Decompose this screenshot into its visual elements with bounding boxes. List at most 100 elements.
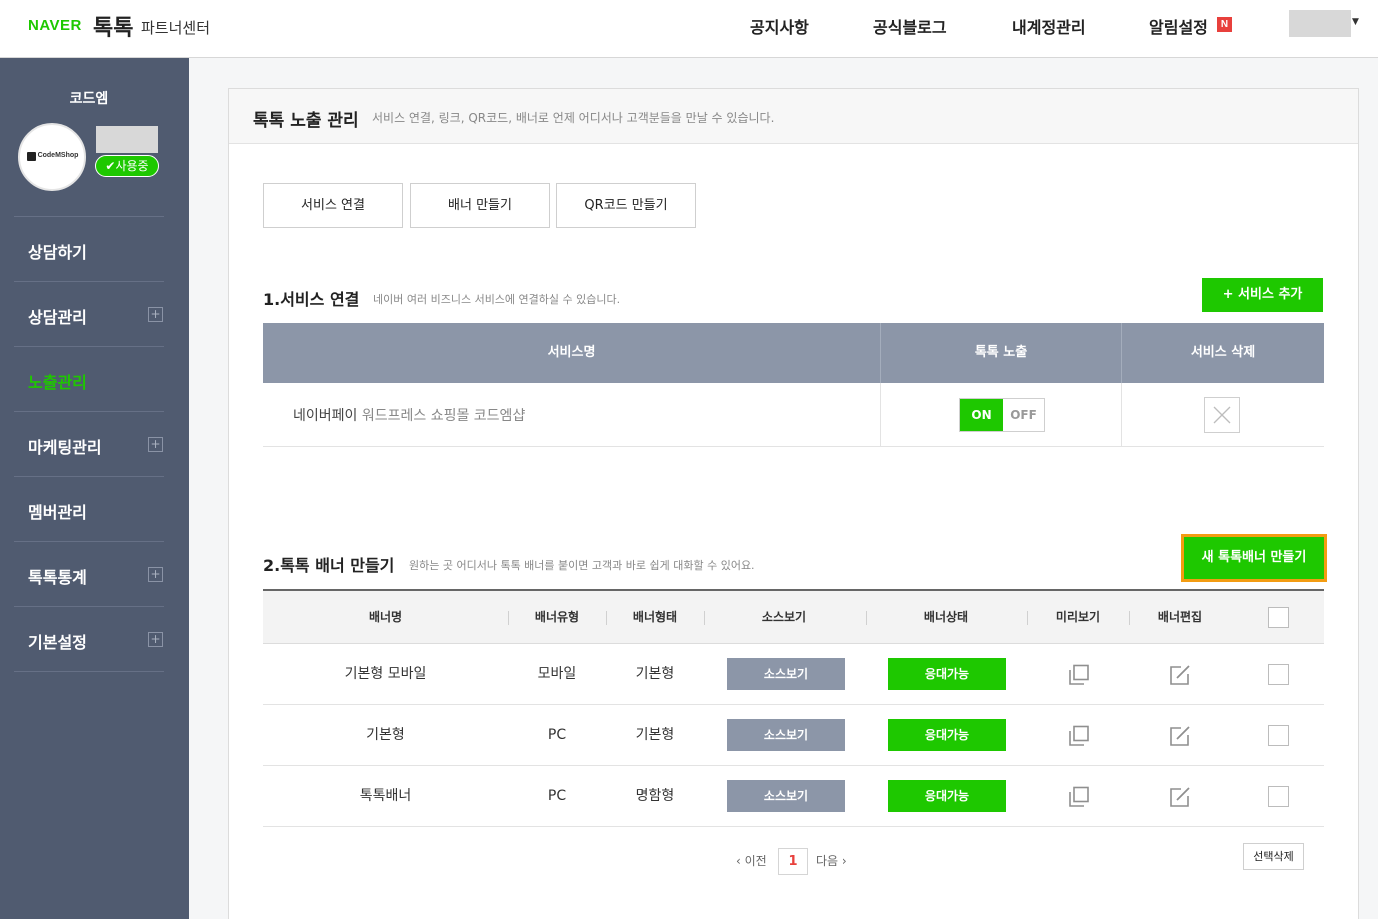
copy-icon[interactable] xyxy=(1067,785,1091,809)
divider xyxy=(14,671,164,672)
new-badge: N xyxy=(1217,17,1232,32)
divider xyxy=(14,606,164,607)
divider xyxy=(14,541,164,542)
chevron-down-icon[interactable]: ▼ xyxy=(1352,17,1359,27)
shop-logo: CodeMShop xyxy=(18,123,86,191)
column-banner-type: 배너유형 xyxy=(534,610,580,624)
page-description: 서비스 연결, 링크, QR코드, 배너로 언제 어디서나 고객분들을 만날 수… xyxy=(372,111,775,125)
banner-shape: 기본형 xyxy=(635,727,675,743)
edit-icon[interactable] xyxy=(1168,785,1192,809)
page-title: 톡톡 노출 관리 xyxy=(253,111,359,131)
shop-logo-text: CodeMShop xyxy=(37,152,79,159)
nav-blog[interactable]: 공식블로그 xyxy=(873,14,947,38)
naver-logo[interactable]: NAVER xyxy=(28,17,82,34)
top-bar: NAVER 톡톡 파트너센터 공지사항 공식블로그 내계정관리 알림설정 N ▼ xyxy=(0,0,1378,58)
page-number-current[interactable]: 1 xyxy=(778,848,808,875)
view-source-button[interactable]: 소스보기 xyxy=(727,658,845,690)
banner-name: 기본형 모바일 xyxy=(344,666,427,682)
toggle-on[interactable]: ON xyxy=(960,399,1003,431)
plus-icon[interactable]: + xyxy=(148,567,163,582)
banner-type: PC xyxy=(547,727,567,743)
banner-type: 모바일 xyxy=(537,666,577,682)
nav-account[interactable]: 내계정관리 xyxy=(1012,14,1086,38)
nav-notice[interactable]: 공지사항 xyxy=(750,14,809,38)
service-table-header: 서비스명 톡톡 노출 서비스 삭제 xyxy=(263,323,1324,383)
edit-icon[interactable] xyxy=(1168,724,1192,748)
sidebar-item-settings[interactable]: 기본설정 xyxy=(28,629,87,653)
divider xyxy=(14,281,164,282)
column-banner-name: 배너명 xyxy=(368,610,403,624)
table-row: 기본형 PC 기본형 소스보기 응대가능 xyxy=(263,705,1324,766)
column-banner-edit: 배너편집 xyxy=(1157,610,1203,624)
delete-service-button[interactable] xyxy=(1204,397,1240,433)
banner-state-button[interactable]: 응대가능 xyxy=(888,658,1006,690)
banner-shape: 명함형 xyxy=(635,788,675,804)
sidebar-item-exposure-management[interactable]: 노출관리 xyxy=(28,369,87,393)
banner-section-desc: 원하는 곳 어디서나 톡톡 배너를 붙이면 고객과 바로 쉽게 대화할 수 있어… xyxy=(409,559,755,572)
sidebar-item-members[interactable]: 멤버관리 xyxy=(28,499,87,523)
service-section-title: 1.서비스 연결 xyxy=(263,290,360,309)
sidebar-item-chat[interactable]: 상담하기 xyxy=(28,239,87,263)
divider xyxy=(1121,383,1122,447)
exposure-toggle[interactable]: ON OFF xyxy=(959,398,1045,432)
sidebar-item-marketing[interactable]: 마케팅관리 xyxy=(28,434,102,458)
row-checkbox[interactable] xyxy=(1268,786,1289,807)
select-all-checkbox[interactable] xyxy=(1268,607,1289,628)
table-row: 톡톡배너 PC 명함형 소스보기 응대가능 xyxy=(263,766,1324,827)
service-section-desc: 네이버 여러 비즈니스 서비스에 연결하실 수 있습니다. xyxy=(373,293,621,306)
tab-service-connect[interactable]: 서비스 연결 xyxy=(263,183,403,228)
column-preview: 미리보기 xyxy=(1055,610,1101,624)
column-view-source: 소스보기 xyxy=(761,610,807,624)
sidebar-item-statistics[interactable]: 톡톡통계 xyxy=(28,564,87,588)
prev-page-link[interactable]: ‹ 이전 xyxy=(736,852,767,869)
divider xyxy=(14,216,164,217)
banner-name: 기본형 xyxy=(366,727,405,743)
partner-center-label: 파트너센터 xyxy=(141,19,211,37)
user-account-box[interactable] xyxy=(1289,10,1351,37)
copy-icon[interactable] xyxy=(1067,724,1091,748)
banner-state-button[interactable]: 응대가능 xyxy=(888,780,1006,812)
column-banner-state: 배너상태 xyxy=(923,610,969,624)
status-badge: ✔사용중 xyxy=(95,155,159,177)
plus-icon[interactable]: + xyxy=(148,307,163,322)
banner-table-header: 배너명 배너유형 배너형태 소스보기 배너상태 미리보기 배너편집 xyxy=(263,591,1324,644)
banner-shape: 기본형 xyxy=(635,666,675,682)
toggle-off[interactable]: OFF xyxy=(1003,399,1044,431)
edit-icon[interactable] xyxy=(1168,663,1192,687)
service-name: 네이버페이 워드프레스 쇼핑몰 코드엠샵 xyxy=(293,405,525,425)
column-service-delete: 서비스 삭제 xyxy=(1190,345,1256,360)
row-checkbox[interactable] xyxy=(1268,664,1289,685)
table-row: 기본형 모바일 모바일 기본형 소스보기 응대가능 xyxy=(263,644,1324,705)
next-page-link[interactable]: 다음 › xyxy=(816,852,847,869)
plus-icon[interactable]: + xyxy=(148,437,163,452)
main-panel: 톡톡 노출 관리 서비스 연결, 링크, QR코드, 배너로 언제 어디서나 고… xyxy=(228,88,1359,919)
plus-icon[interactable]: + xyxy=(148,632,163,647)
close-icon xyxy=(1213,406,1231,424)
nav-notification-settings[interactable]: 알림설정 xyxy=(1149,14,1208,38)
delete-selected-button[interactable]: 선택삭제 xyxy=(1243,843,1304,870)
banner-type: PC xyxy=(547,788,567,804)
divider xyxy=(14,411,164,412)
table-row: 네이버페이 워드프레스 쇼핑몰 코드엠샵 ON OFF xyxy=(263,383,1324,447)
column-talk-exposure: 톡톡 노출 xyxy=(974,345,1028,360)
banner-name: 톡톡배너 xyxy=(359,788,412,804)
divider xyxy=(14,346,164,347)
shop-account-box xyxy=(96,126,158,153)
sidebar-item-chat-management[interactable]: 상담관리 xyxy=(28,304,87,328)
divider xyxy=(14,476,164,477)
tab-qrcode-create[interactable]: QR코드 만들기 xyxy=(556,183,696,228)
talktalk-logo[interactable]: 톡톡 xyxy=(93,10,133,42)
divider xyxy=(880,383,881,447)
view-source-button[interactable]: 소스보기 xyxy=(727,719,845,751)
add-service-button[interactable]: + 서비스 추가 xyxy=(1202,278,1323,312)
banner-state-button[interactable]: 응대가능 xyxy=(888,719,1006,751)
new-banner-button[interactable]: 새 톡톡배너 만들기 xyxy=(1181,534,1327,582)
view-source-button[interactable]: 소스보기 xyxy=(727,780,845,812)
banner-section-title: 2.톡톡 배너 만들기 xyxy=(263,556,395,575)
copy-icon[interactable] xyxy=(1067,663,1091,687)
service-provider: 네이버페이 xyxy=(293,408,358,424)
column-banner-shape: 배너형태 xyxy=(632,610,678,624)
shop-name: 코드엠 xyxy=(69,91,109,107)
tab-banner-create[interactable]: 배너 만들기 xyxy=(410,183,550,228)
row-checkbox[interactable] xyxy=(1268,725,1289,746)
